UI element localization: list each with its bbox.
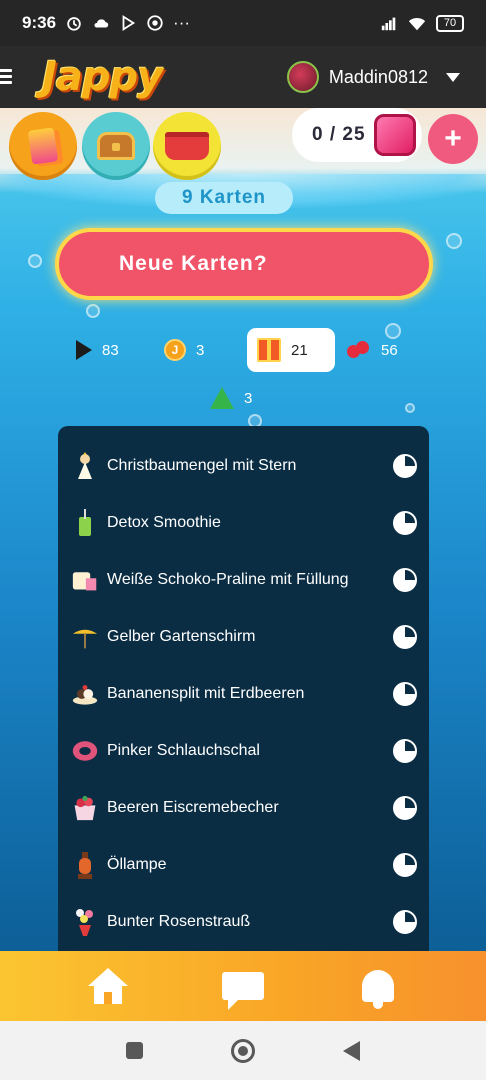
timer-icon	[393, 852, 417, 877]
timer-icon	[393, 909, 417, 934]
gift-icon	[257, 338, 281, 362]
stat-trees[interactable]: 3	[210, 376, 252, 420]
list-item[interactable]: Öllampe	[58, 836, 429, 893]
chrome-icon	[147, 15, 163, 31]
tree-icon	[210, 387, 234, 409]
umbrella-icon	[72, 622, 98, 652]
list-item[interactable]: Detox Smoothie	[58, 494, 429, 551]
cards-button[interactable]	[9, 112, 77, 180]
timer-icon	[393, 795, 417, 820]
card-label: Bananensplit mit Erdbeeren	[107, 684, 305, 702]
chevron-down-icon[interactable]	[446, 72, 460, 82]
list-item[interactable]: Bunter Rosenstrauß	[58, 893, 429, 950]
scarf-icon	[72, 736, 98, 766]
timer-icon	[393, 567, 417, 592]
card-label: Öllampe	[107, 855, 167, 873]
add-button[interactable]: +	[428, 114, 478, 164]
bubble	[446, 233, 462, 249]
stat-value: 3	[244, 389, 253, 407]
timer-icon	[393, 510, 417, 535]
play-store-icon	[122, 15, 136, 31]
praline-icon	[72, 565, 98, 595]
banana-split-icon	[72, 679, 98, 709]
nav-chat-button[interactable]	[213, 956, 273, 1016]
cards-icon	[27, 127, 59, 165]
stat-coins[interactable]: J 3	[164, 328, 204, 372]
new-cards-button[interactable]: Neue Karten?	[55, 228, 433, 300]
card-label: Weiße Schoko-Praline mit Füllung	[107, 570, 349, 588]
oil-lamp-icon	[72, 850, 98, 880]
ice-cream-icon	[72, 793, 98, 823]
card-label: Christbaumengel mit Stern	[107, 456, 297, 474]
card-counter: 0 / 25	[292, 108, 422, 162]
list-item[interactable]: Beeren Eiscremebecher	[58, 779, 429, 836]
user-menu[interactable]: Maddin0812	[286, 61, 460, 93]
timer-icon	[393, 738, 417, 763]
card-list: Christbaumengel mit Stern Detox Smoothie…	[58, 426, 429, 951]
cloud-icon	[94, 19, 109, 28]
timer-icon	[393, 681, 417, 706]
signal-icon	[381, 17, 396, 31]
nav-home-button[interactable]	[78, 956, 138, 1016]
menu-icon[interactable]	[0, 68, 14, 86]
timer-icon	[393, 624, 417, 649]
list-item[interactable]: Bananensplit mit Erdbeeren	[58, 665, 429, 722]
bubble	[28, 254, 42, 268]
bottom-nav	[0, 951, 486, 1021]
avatar[interactable]	[286, 61, 319, 93]
chat-icon	[221, 972, 264, 1010]
status-bar: 9:36 ··· 70	[0, 0, 486, 46]
card-label: Pinker Schlauchschal	[107, 741, 260, 759]
stat-berries[interactable]: 56	[347, 328, 398, 372]
status-time: 9:36	[22, 13, 57, 32]
stat-value: 21	[291, 341, 308, 359]
basket-icon	[165, 132, 209, 160]
list-item[interactable]: Gelber Gartenschirm	[58, 608, 429, 665]
play-icon	[76, 340, 92, 360]
shop-basket-button[interactable]	[153, 112, 221, 180]
home-system-icon[interactable]	[231, 1038, 255, 1063]
app-header: Jappy Maddin0812	[0, 46, 486, 108]
jappy-logo[interactable]: Jappy	[42, 54, 163, 100]
card-counter-text: 0 / 25	[312, 124, 366, 145]
stats-row: 83 J 3 21 56 3	[60, 328, 430, 409]
card-label: Beeren Eiscremebecher	[107, 798, 279, 816]
stat-value: 56	[381, 341, 398, 359]
battery-icon: 70	[436, 14, 464, 32]
nav-notifications-button[interactable]	[348, 956, 408, 1016]
stat-value: 83	[102, 341, 119, 359]
bubble	[405, 403, 415, 413]
recent-apps-icon[interactable]	[126, 1042, 143, 1059]
treasure-chest-icon	[97, 132, 135, 160]
card-label: Bunter Rosenstrauß	[107, 912, 251, 930]
bell-icon	[362, 970, 395, 1009]
system-navigation	[0, 1021, 486, 1080]
home-icon	[87, 968, 128, 1004]
card-label: Detox Smoothie	[107, 513, 221, 531]
list-item[interactable]: Christbaumengel mit Stern	[58, 437, 429, 494]
stat-value: 3	[196, 341, 205, 359]
back-icon[interactable]	[343, 1040, 360, 1061]
alarm-icon	[67, 17, 81, 31]
game-area: 0 / 25 + 9 Karten Neue Karten? 83 J 3 21…	[0, 108, 486, 951]
wifi-icon	[408, 17, 426, 31]
timer-icon	[393, 453, 417, 478]
stat-play[interactable]: 83	[76, 328, 119, 372]
berries-icon	[347, 339, 371, 361]
list-item[interactable]: Pinker Schlauchschal	[58, 722, 429, 779]
angel-icon	[72, 451, 98, 481]
smoothie-icon	[72, 508, 98, 538]
bouquet-icon	[72, 907, 98, 937]
list-item[interactable]: Weiße Schoko-Praline mit Füllung	[58, 551, 429, 608]
cards-count-badge: 9 Karten	[155, 182, 293, 214]
more-icon: ···	[173, 13, 191, 32]
treasure-chest-button[interactable]	[82, 112, 150, 180]
stat-gifts[interactable]: 21	[247, 328, 335, 372]
card-label: Gelber Gartenschirm	[107, 627, 256, 645]
username[interactable]: Maddin0812	[329, 67, 428, 88]
gem-icon	[374, 114, 416, 156]
bubble	[86, 304, 100, 318]
coin-icon: J	[164, 339, 186, 361]
